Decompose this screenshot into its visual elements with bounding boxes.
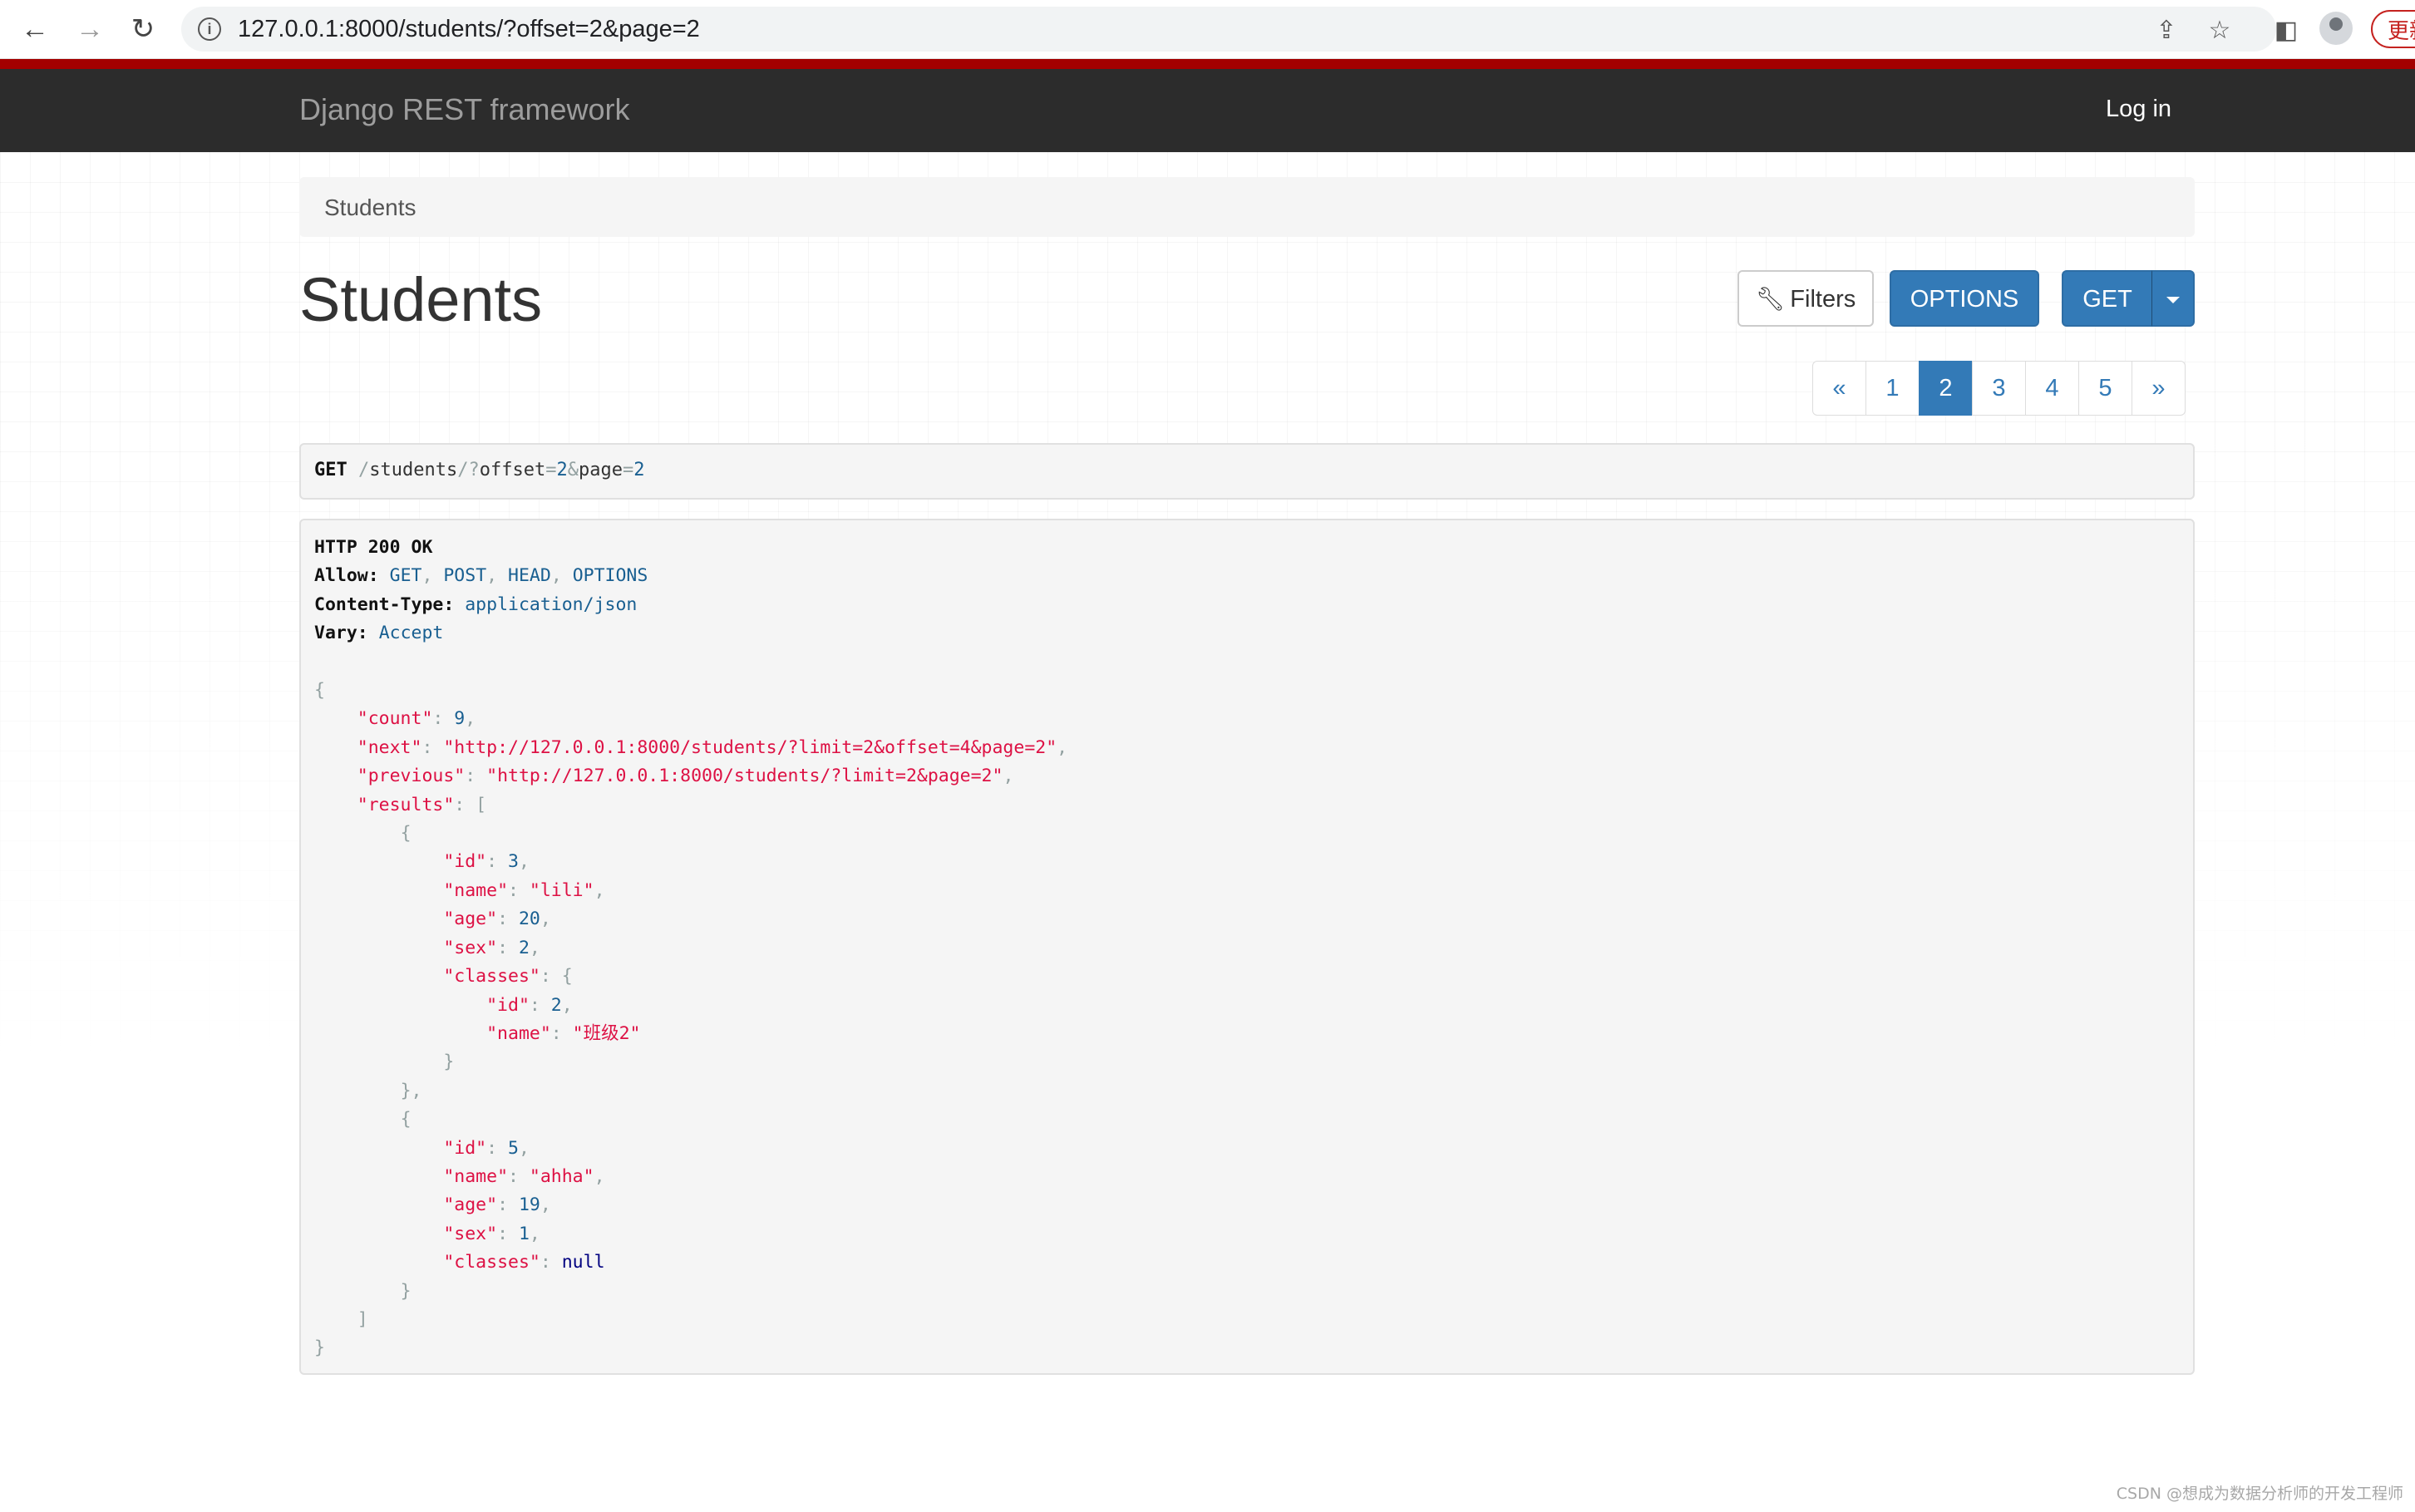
browser-toolbar: ← → ↻ i 127.0.0.1:8000/students/?offset=… (0, 0, 2415, 59)
pagination-page-4[interactable]: 4 (2025, 361, 2079, 416)
options-button[interactable]: OPTIONS (1890, 270, 2039, 327)
main-content: Students Students 🔧︎ Filters OPTIONS GET … (0, 152, 2415, 1512)
address-bar[interactable]: i 127.0.0.1:8000/students/?offset=2&page… (181, 7, 2276, 52)
request-info: GET /students/?offset=2&page=2 (299, 443, 2195, 500)
pagination-page-3[interactable]: 3 (1972, 361, 2026, 416)
filters-button[interactable]: 🔧︎ Filters (1737, 270, 1874, 327)
url-text[interactable]: 127.0.0.1:8000/students/?offset=2&page=2 (238, 16, 700, 43)
response-info: HTTP 200 OK Allow: GET, POST, HEAD, OPTI… (299, 519, 2195, 1375)
side-panel-icon[interactable]: ◧ (2270, 13, 2303, 47)
site-info-icon[interactable]: i (198, 17, 221, 41)
response-headers: HTTP 200 OK Allow: GET, POST, HEAD, OPTI… (314, 537, 648, 644)
pagination-page-2[interactable]: 2 (1919, 361, 1973, 416)
reload-icon[interactable]: ↻ (125, 11, 161, 47)
pagination: « 1 2 3 4 5 » (1812, 361, 2186, 416)
login-link[interactable]: Log in (2106, 96, 2171, 123)
request-method: GET (314, 460, 347, 480)
navbar: Django REST framework Log in (0, 69, 2415, 152)
breadcrumb-item-students[interactable]: Students (324, 195, 416, 221)
page-title: Students (299, 265, 543, 334)
breadcrumb: Students (299, 177, 2195, 237)
get-button[interactable]: GET (2062, 270, 2153, 327)
get-format-dropdown-toggle[interactable] (2151, 270, 2195, 327)
pagination-page-1[interactable]: 1 (1865, 361, 1920, 416)
browser-update-button[interactable]: 更新 (2371, 10, 2415, 48)
navbar-accent-strip (0, 59, 2415, 69)
filters-label: Filters (1790, 286, 1856, 313)
caret-down-icon (2166, 297, 2180, 303)
pagination-next[interactable]: » (2132, 361, 2186, 416)
navbar-brand[interactable]: Django REST framework (299, 92, 629, 127)
forward-icon[interactable]: → (71, 11, 108, 47)
pagination-page-5[interactable]: 5 (2078, 361, 2132, 416)
share-icon[interactable]: ⇪ (2150, 13, 2183, 47)
request-path: /students/?offset=2&page=2 (358, 460, 645, 480)
back-icon[interactable]: ← (17, 11, 53, 47)
bookmark-star-icon[interactable]: ☆ (2203, 13, 2236, 47)
pagination-prev[interactable]: « (1812, 361, 1866, 416)
response-body: { "count": 9, "next": "http://127.0.0.1:… (314, 680, 1068, 1359)
wrench-icon: 🔧︎ (1755, 286, 1786, 312)
profile-avatar-icon[interactable] (2319, 12, 2353, 45)
watermark: CSDN @想成为数据分析师的开发工程师 (2116, 1485, 2403, 1503)
